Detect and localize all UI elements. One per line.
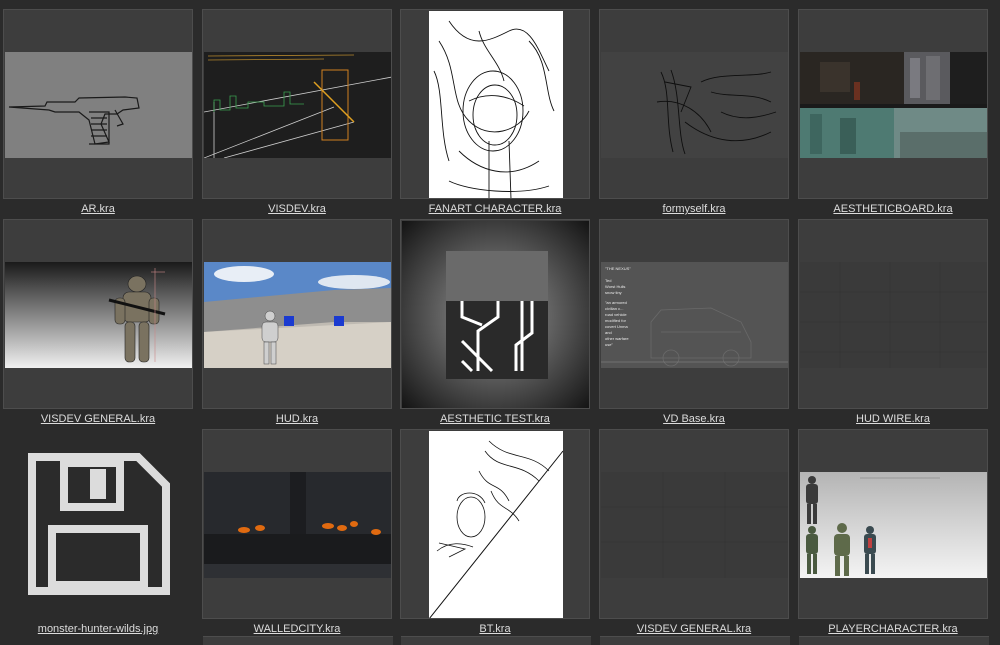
file-item-visdev-general[interactable]: VISDEV GENERAL.kra [2, 219, 194, 429]
file-item-fanart-character[interactable]: FANART CHARACTER.kra [399, 9, 591, 219]
file-item-hud-wire[interactable]: HUD WIRE.kra [797, 219, 989, 429]
file-item-playercharacter[interactable]: PLAYERCHARACTER.kra [797, 429, 989, 639]
file-name[interactable]: AR.kra [0, 203, 204, 215]
file-name[interactable]: AESTHETICBOARD.kra [787, 203, 999, 215]
file-item-monster-hunter-wilds[interactable]: monster-hunter-wilds.jpg [2, 429, 194, 639]
thumbnail-walledcity[interactable] [202, 429, 392, 619]
file-name[interactable]: BT.kra [389, 623, 601, 635]
file-item-vd-base[interactable]: "THE NEXUS" Ted Worst Hulls snow tiny "a… [598, 219, 790, 429]
file-item-aestheticboard[interactable]: AESTHETICBOARD.kra [797, 9, 989, 219]
thumbnail-hud-wire[interactable] [798, 219, 988, 409]
thumbnail-vd-base[interactable]: "THE NEXUS" Ted Worst Hulls snow tiny "a… [599, 219, 789, 409]
file-name[interactable]: FANART CHARACTER.kra [389, 203, 601, 215]
file-item-visdev-general-2[interactable]: VISDEV GENERAL.kra [598, 429, 790, 639]
file-item-walledcity[interactable]: WALLEDCITY.kra [201, 429, 393, 639]
file-grid: AR.kra VISDEV.kra FANART CHARACTER.kra f… [0, 0, 1000, 645]
thumbnail-visdev-general-2[interactable] [599, 429, 789, 619]
thumbnail-aestheticboard[interactable] [798, 9, 988, 199]
thumbnail-visdev-general[interactable] [3, 219, 193, 409]
thumbnail-bt[interactable] [400, 429, 590, 619]
file-item-bt[interactable]: BT.kra [399, 429, 591, 639]
floppy-disk-icon[interactable] [28, 453, 170, 600]
file-name[interactable]: HUD.kra [191, 413, 403, 425]
file-name[interactable]: WALLEDCITY.kra [191, 623, 403, 635]
thumbnail-fanart-character[interactable] [400, 9, 590, 199]
thumbnail-ar[interactable] [3, 9, 193, 199]
file-name[interactable]: VD Base.kra [588, 413, 800, 425]
file-item-visdev[interactable]: VISDEV.kra [201, 9, 393, 219]
file-item-aesthetic-test[interactable]: AESTHETIC TEST.kra [399, 219, 591, 429]
file-item-formyself[interactable]: formyself.kra [598, 9, 790, 219]
file-item-hud[interactable]: HUD.kra [201, 219, 393, 429]
file-name[interactable]: HUD WIRE.kra [787, 413, 999, 425]
file-name[interactable]: PLAYERCHARACTER.kra [787, 623, 999, 635]
thumbnail-visdev[interactable] [202, 9, 392, 199]
file-name[interactable]: VISDEV GENERAL.kra [588, 623, 800, 635]
file-name[interactable]: formyself.kra [588, 203, 800, 215]
file-name[interactable]: VISDEV GENERAL.kra [0, 413, 204, 425]
thumbnail-aesthetic-test[interactable] [400, 219, 590, 409]
file-name[interactable]: monster-hunter-wilds.jpg [0, 623, 204, 635]
file-name[interactable]: VISDEV.kra [191, 203, 403, 215]
thumbnail-hud[interactable] [202, 219, 392, 409]
thumbnail-playercharacter[interactable] [798, 429, 988, 619]
file-name[interactable]: AESTHETIC TEST.kra [389, 413, 601, 425]
thumbnail-formyself[interactable] [599, 9, 789, 199]
file-item-ar[interactable]: AR.kra [2, 9, 194, 219]
